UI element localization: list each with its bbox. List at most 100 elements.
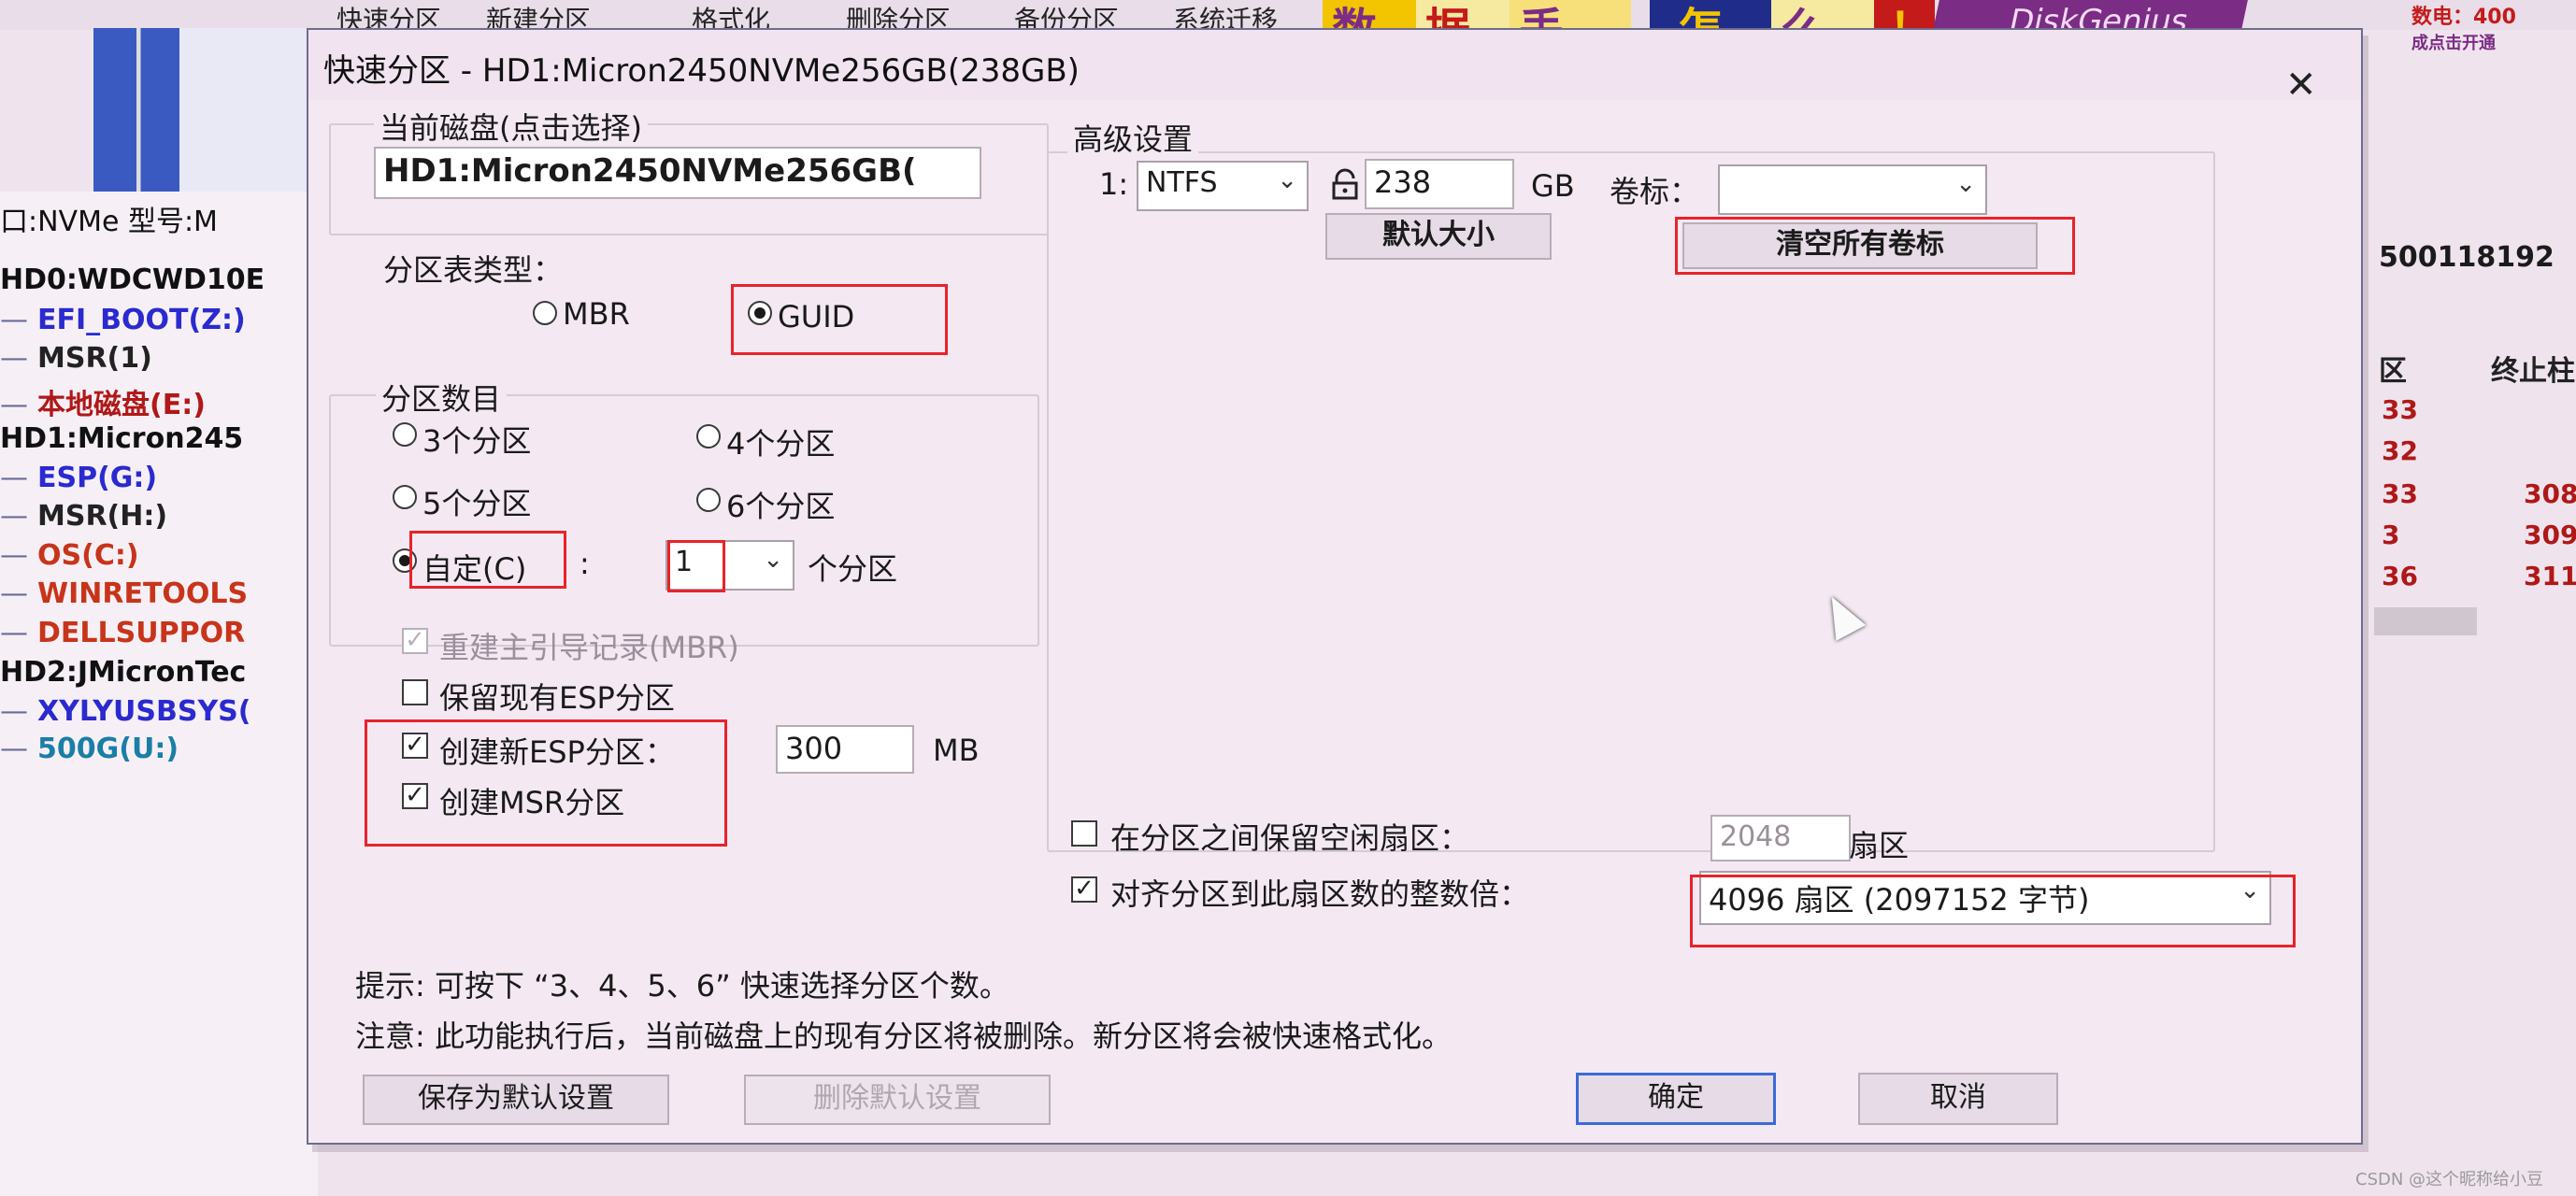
create-msr-checkbox[interactable]: ✓	[402, 783, 428, 809]
filesystem-value: NTFS	[1146, 166, 1218, 199]
tree-item-label: WINRETOOLS	[37, 577, 249, 610]
filesystem-select[interactable]: NTFS ⌄	[1137, 161, 1309, 211]
partition-count-label: 分区数目	[376, 376, 508, 419]
close-icon[interactable]: ✕	[2285, 64, 2317, 107]
tree-connector-icon: —	[0, 389, 28, 421]
table-cell: 33	[2382, 394, 2418, 425]
tree-connector-icon: —	[0, 539, 28, 572]
reserve-gap-label[interactable]: 在分区之间保留空闲扇区：	[1110, 815, 1469, 858]
table-cell: 3	[2382, 520, 2400, 550]
align-label[interactable]: 对齐分区到此扇区数的整数倍：	[1110, 871, 1529, 914]
rebuild-mbr-checkbox[interactable]: ✓	[402, 628, 428, 654]
align-value: 4096 扇区 (2097152 字节)	[1709, 882, 2090, 918]
advanced-settings-label: 高级设置	[1067, 116, 1199, 159]
size-field[interactable]: 238	[1365, 159, 1514, 209]
quick-partition-dialog: 快速分区 - HD1:Micron2450NVMe256GB(238GB) ✕ …	[307, 28, 2363, 1145]
volume-label-select[interactable]: ⌄	[1718, 164, 1987, 215]
tree-partition-item[interactable]: — ESP(G:)	[0, 462, 157, 494]
chevron-down-icon: ⌄	[1955, 170, 1976, 198]
column-header-sector: 区	[2379, 355, 2407, 388]
note-text: 注意: 此功能执行后，当前磁盘上的现有分区将被删除。新分区将会被快速格式化。	[355, 1018, 1452, 1054]
esp-size-field[interactable]: 300	[776, 725, 914, 774]
tree-item-label: XYLYUSBSYS(	[37, 695, 251, 728]
table-cell: 309	[2524, 520, 2576, 550]
tree-partition-item[interactable]: — MSR(H:)	[0, 500, 167, 533]
dialog-titlebar: 快速分区 - HD1:Micron2450NVMe256GB(238GB) ✕	[308, 30, 2361, 107]
guid-label[interactable]: GUID	[778, 299, 854, 335]
tree-disk-item[interactable]: HD1:Micron245	[0, 422, 243, 455]
table-cell: 36	[2382, 561, 2418, 591]
tree-partition-item[interactable]: — 500G(U:)	[0, 733, 179, 765]
tree-partition-item[interactable]: — 本地磁盘(E:)	[0, 381, 206, 422]
align-checkbox[interactable]: ✓	[1071, 876, 1097, 903]
create-esp-checkbox[interactable]: ✓	[402, 733, 428, 759]
current-disk-label: 当前磁盘(点击选择)	[374, 105, 648, 148]
three-partitions-radio[interactable]	[393, 422, 417, 447]
four-partitions-radio[interactable]	[696, 424, 721, 448]
align-select[interactable]: 4096 扇区 (2097152 字节) ⌄	[1699, 871, 2271, 925]
reserve-gap-field[interactable]: 2048	[1710, 815, 1851, 861]
ok-button[interactable]: 确定	[1576, 1073, 1776, 1125]
custom-count-unit: 个分区	[808, 551, 898, 587]
tree-partition-item[interactable]: — EFI_BOOT(Z:)	[0, 304, 246, 336]
mbr-label[interactable]: MBR	[563, 296, 630, 332]
tree-disk-item[interactable]: HD2:JMicronTec	[0, 656, 246, 689]
tree-item-label: 500G(U:)	[37, 733, 179, 765]
five-partitions-radio[interactable]	[393, 485, 417, 509]
row-index: 1:	[1099, 166, 1129, 202]
watermark: CSDN @这个昵称给小豆	[2355, 1170, 2544, 1189]
tree-connector-icon: —	[0, 617, 28, 649]
save-default-button[interactable]: 保存为默认设置	[363, 1075, 669, 1125]
four-partitions-label[interactable]: 4个分区	[726, 420, 835, 463]
keep-esp-label[interactable]: 保留现有ESP分区	[439, 675, 675, 718]
create-msr-label[interactable]: 创建MSR分区	[439, 779, 624, 822]
tree-partition-item[interactable]: — WINRETOOLS	[0, 577, 248, 610]
three-partitions-label[interactable]: 3个分区	[422, 418, 531, 461]
tree-connector-icon: —	[0, 577, 28, 610]
tree-item-label: 本地磁盘(E:)	[37, 389, 206, 421]
current-disk-field[interactable]: HD1:Micron2450NVMe256GB(	[374, 147, 981, 199]
rebuild-mbr-label[interactable]: 重建主引导记录(MBR)	[439, 624, 739, 667]
cancel-button[interactable]: 取消	[1858, 1073, 2058, 1125]
custom-label[interactable]: 自定(C)	[422, 546, 526, 589]
lock-icon[interactable]	[1329, 168, 1361, 200]
create-esp-label[interactable]: 创建新ESP分区：	[439, 729, 675, 772]
tree-item-label: ESP(G:)	[37, 462, 158, 494]
tree-item-label: MSR(1)	[37, 342, 152, 375]
reserve-gap-checkbox[interactable]	[1071, 820, 1097, 847]
keep-esp-checkbox[interactable]	[402, 679, 428, 705]
delete-default-button[interactable]: 删除默认设置	[744, 1075, 1051, 1125]
table-cell: 33	[2382, 478, 2418, 509]
table-cell: 32	[2382, 435, 2418, 466]
tree-item-label: MSR(H:)	[37, 500, 168, 533]
six-partitions-radio[interactable]	[696, 488, 721, 512]
table-cell: 308	[2524, 478, 2576, 509]
tree-connector-icon: —	[0, 733, 28, 765]
tree-partition-item[interactable]: — DELLSUPPOR	[0, 617, 245, 649]
partition-table-type-label: 分区表类型：	[383, 252, 564, 288]
guid-radio[interactable]	[748, 301, 772, 325]
custom-count-select[interactable]: 1 ⌄	[665, 540, 794, 591]
chevron-down-icon: ⌄	[763, 546, 783, 574]
custom-radio[interactable]	[393, 548, 417, 573]
tree-connector-icon: —	[0, 500, 28, 533]
five-partitions-label[interactable]: 5个分区	[422, 480, 531, 523]
tree-item-label: HD2:JMicronTec	[0, 656, 247, 689]
tree-item-label: EFI_BOOT(Z:)	[37, 304, 246, 336]
right-top-value: 500118192	[2379, 241, 2555, 274]
hint-text: 提示: 可按下 “3、4、5、6” 快速选择分区个数。	[355, 968, 1009, 1004]
reserve-gap-unit: 扇区	[1849, 828, 1910, 863]
mbr-radio[interactable]	[533, 301, 557, 325]
tree-partition-item[interactable]: — OS(C:)	[0, 539, 139, 572]
tree-partition-item[interactable]: — XYLYUSBSYS(	[0, 695, 251, 728]
column-header-end-cylinder: 终止柱	[2491, 355, 2575, 388]
esp-size-unit: MB	[933, 733, 980, 768]
tree-connector-icon: —	[0, 462, 28, 494]
tree-disk-item[interactable]: HD0:WDCWD10E	[0, 263, 265, 296]
six-partitions-label[interactable]: 6个分区	[726, 483, 835, 526]
custom-colon: :	[580, 546, 590, 581]
horizontal-scrollbar[interactable]	[2374, 607, 2477, 635]
tree-partition-item[interactable]: — MSR(1)	[0, 342, 152, 375]
clear-all-labels-button[interactable]: 清空所有卷标	[1682, 222, 2038, 269]
default-size-button[interactable]: 默认大小	[1325, 213, 1552, 260]
